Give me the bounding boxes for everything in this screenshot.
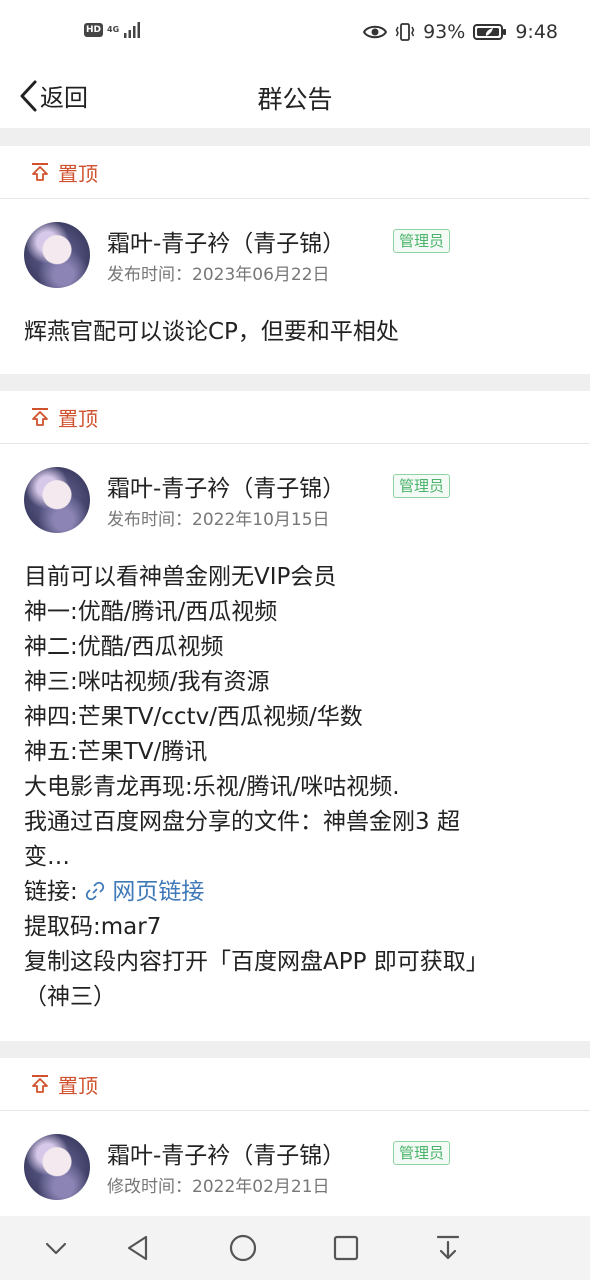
clock: 9:48 bbox=[515, 21, 558, 43]
author-row: 霜叶-青子衿（青子锦） 管理员 发布时间：2022年10月15日 bbox=[0, 444, 590, 536]
avatar[interactable] bbox=[24, 467, 90, 533]
admin-badge: 管理员 bbox=[393, 229, 451, 253]
nav-recent-button[interactable] bbox=[330, 1232, 362, 1264]
announcement-content: 辉燕官配可以谈论CP，但要和平相处 bbox=[0, 291, 590, 350]
content-line: 神三:咪咕视频/我有资源 bbox=[24, 669, 270, 695]
web-link[interactable]: 网页链接 bbox=[85, 879, 204, 905]
content-line: 提取码:mar7 bbox=[24, 914, 162, 940]
content-line: 复制这段内容打开「百度网盘APP 即可获取」 bbox=[24, 949, 489, 975]
author-row: 霜叶-青子衿（青子锦） 管理员 修改时间：2022年02月21日 bbox=[0, 1111, 590, 1203]
circle-home-icon bbox=[229, 1234, 257, 1262]
triangle-back-icon bbox=[127, 1235, 148, 1261]
separator bbox=[0, 128, 590, 146]
post-time: 发布时间：2023年06月22日 bbox=[107, 265, 330, 285]
vibrate-icon bbox=[395, 23, 415, 41]
author-name[interactable]: 霜叶-青子衿（青子锦） bbox=[107, 224, 345, 258]
author-name[interactable]: 霜叶-青子衿（青子锦） bbox=[107, 1136, 345, 1170]
pin-row: 置顶 bbox=[0, 1058, 590, 1111]
battery-icon bbox=[473, 24, 507, 40]
square-recents-icon bbox=[333, 1235, 359, 1261]
post-time: 修改时间：2022年02月21日 bbox=[107, 1177, 330, 1197]
link-line: 链接: 网页链接 bbox=[24, 875, 566, 910]
admin-badge: 管理员 bbox=[393, 1141, 451, 1165]
announcement-content: 目前可以看神兽金刚无VIP会员 神一:优酷/腾讯/西瓜视频 神二:优酷/西瓜视频… bbox=[0, 536, 590, 1015]
author-row: 霜叶-青子衿（青子锦） 管理员 发布时间：2023年06月22日 bbox=[0, 199, 590, 291]
link-icon bbox=[85, 881, 105, 901]
content-line: 变… bbox=[24, 844, 70, 870]
content-line: 神四:芒果TV/cctv/西瓜视频/华数 bbox=[24, 704, 363, 730]
pin-row: 置顶 bbox=[0, 146, 590, 199]
network-type: 4G bbox=[107, 25, 120, 34]
pin-label: 置顶 bbox=[58, 1073, 98, 1098]
status-right: 93% 9:48 bbox=[363, 21, 558, 43]
content-line: 我通过百度网盘分享的文件：神兽金刚3 超 bbox=[24, 809, 460, 835]
content-line: 辉燕官配可以谈论CP，但要和平相处 bbox=[24, 319, 399, 345]
pull-notification-button[interactable] bbox=[432, 1232, 464, 1264]
pin-row: 置顶 bbox=[0, 391, 590, 444]
pin-top-icon bbox=[32, 408, 48, 426]
admin-badge: 管理员 bbox=[393, 474, 451, 498]
eye-icon bbox=[363, 25, 388, 39]
avatar[interactable] bbox=[24, 1134, 90, 1200]
chevron-down-icon bbox=[45, 1242, 67, 1255]
announcement-card[interactable]: 置顶 霜叶-青子衿（青子锦） 管理员 发布时间：2023年06月22日 辉燕官配… bbox=[0, 146, 590, 374]
content-line: 神一:优酷/腾讯/西瓜视频 bbox=[24, 599, 278, 625]
content-line: 大电影青龙再现:乐视/腾讯/咪咕视频. bbox=[24, 774, 400, 800]
announcement-card[interactable]: 置顶 霜叶-青子衿（青子锦） 管理员 发布时间：2022年10月15日 目前可以… bbox=[0, 391, 590, 1041]
nav-bar: 返回 群公告 bbox=[0, 66, 590, 128]
avatar[interactable] bbox=[24, 222, 90, 288]
separator bbox=[0, 374, 590, 391]
content-line: 目前可以看神兽金刚无VIP会员 bbox=[24, 564, 337, 590]
separator bbox=[0, 1041, 590, 1058]
nav-home-button[interactable] bbox=[227, 1232, 259, 1264]
announcement-card[interactable]: 置顶 霜叶-青子衿（青子锦） 管理员 修改时间：2022年02月21日 bbox=[0, 1058, 590, 1216]
author-name[interactable]: 霜叶-青子衿（青子锦） bbox=[107, 469, 345, 503]
signal-icon bbox=[124, 22, 141, 38]
hd-badge: HD bbox=[84, 23, 104, 37]
pin-top-icon bbox=[32, 1075, 48, 1093]
hide-nav-button[interactable] bbox=[40, 1232, 72, 1264]
link-prefix: 链接: bbox=[24, 879, 86, 905]
pin-label: 置顶 bbox=[58, 161, 98, 186]
status-bar: HD 4G 93% 9:48 bbox=[0, 0, 590, 66]
content-line: 神二:优酷/西瓜视频 bbox=[24, 634, 224, 660]
nav-back-button[interactable] bbox=[122, 1232, 154, 1264]
pull-down-icon bbox=[436, 1235, 460, 1260]
web-link-text[interactable]: 网页链接 bbox=[112, 879, 204, 905]
page-title: 群公告 bbox=[257, 85, 333, 114]
content-line: 神五:芒果TV/腾讯 bbox=[24, 739, 208, 765]
battery-percent: 93% bbox=[423, 21, 466, 43]
content-line: （神三） bbox=[24, 984, 116, 1010]
status-left: HD 4G bbox=[84, 22, 141, 38]
pin-top-icon bbox=[32, 163, 48, 181]
system-nav-bar bbox=[0, 1216, 590, 1280]
post-time: 发布时间：2022年10月15日 bbox=[107, 510, 330, 530]
pin-label: 置顶 bbox=[58, 406, 98, 431]
